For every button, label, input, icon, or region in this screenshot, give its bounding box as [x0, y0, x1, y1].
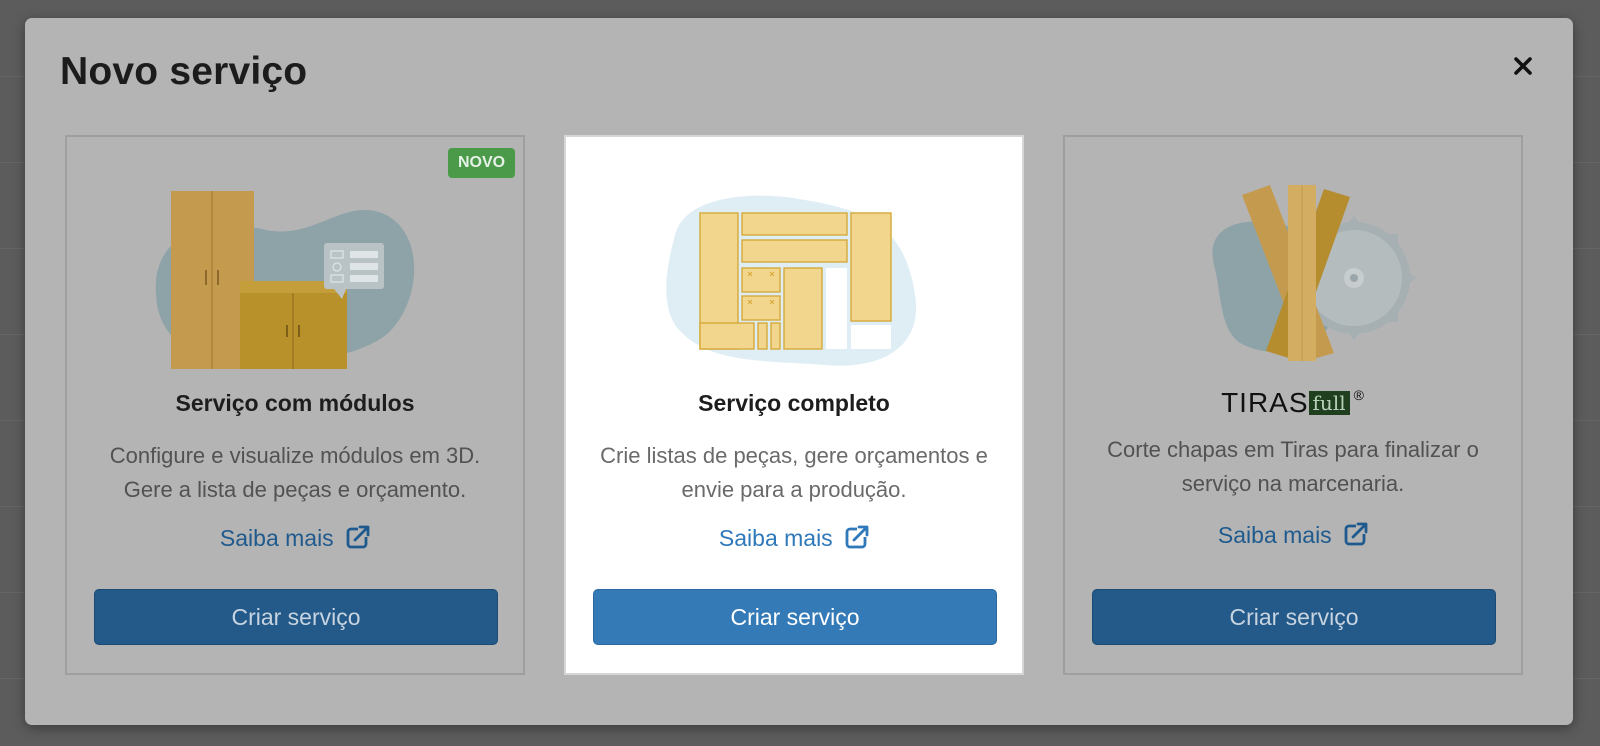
- close-icon[interactable]: [1505, 48, 1541, 84]
- external-link-icon: [1344, 522, 1369, 546]
- new-service-modal: Novo serviço NOVO Serviço com módulos Co…: [25, 18, 1573, 725]
- learn-more-label: Saiba mais: [219, 525, 334, 551]
- card-tiras-full: TIRAS full ® Corte chapas em Tiras para fi…: [1063, 135, 1523, 675]
- external-link-icon: [845, 525, 870, 549]
- learn-more-label: Saiba mais: [1217, 522, 1332, 548]
- registered-mark: ®: [1353, 387, 1365, 403]
- card-title: Serviço com módulos: [175, 390, 415, 416]
- card-service-modules: NOVO Serviço com módulos Configure e vis…: [65, 135, 525, 675]
- wood-strips-saw-icon: [1212, 185, 1416, 361]
- learn-more-link[interactable]: Saiba mais: [566, 525, 1022, 552]
- card-service-complete: Serviço completo Crie listas de peças, g…: [564, 135, 1024, 675]
- tiras-full-logo: TIRAS full ®: [1065, 387, 1521, 419]
- card-title: Serviço completo: [698, 390, 890, 416]
- create-service-button[interactable]: Criar serviço: [1092, 589, 1496, 645]
- modal-title: Novo serviço: [60, 50, 308, 93]
- card-description: Corte chapas em Tiras para finalizar o s…: [1107, 437, 1479, 496]
- new-badge: NOVO: [448, 148, 515, 178]
- cut-plan-icon: [666, 195, 917, 366]
- tiras-logo-text: TIRAS: [1221, 387, 1309, 418]
- card-description: Configure e visualize módulos em 3D. Ger…: [109, 443, 481, 502]
- learn-more-link[interactable]: Saiba mais: [67, 525, 523, 552]
- tiras-logo-full: full: [1308, 391, 1350, 415]
- learn-more-link[interactable]: Saiba mais: [1065, 522, 1521, 549]
- create-service-button[interactable]: Criar serviço: [94, 589, 498, 645]
- cabinet-modules-icon: [155, 191, 415, 369]
- card-description: Crie listas de peças, gere orçamentos e …: [600, 443, 988, 502]
- external-link-icon: [346, 525, 371, 549]
- create-service-button[interactable]: Criar serviço: [593, 589, 997, 645]
- learn-more-label: Saiba mais: [718, 525, 833, 551]
